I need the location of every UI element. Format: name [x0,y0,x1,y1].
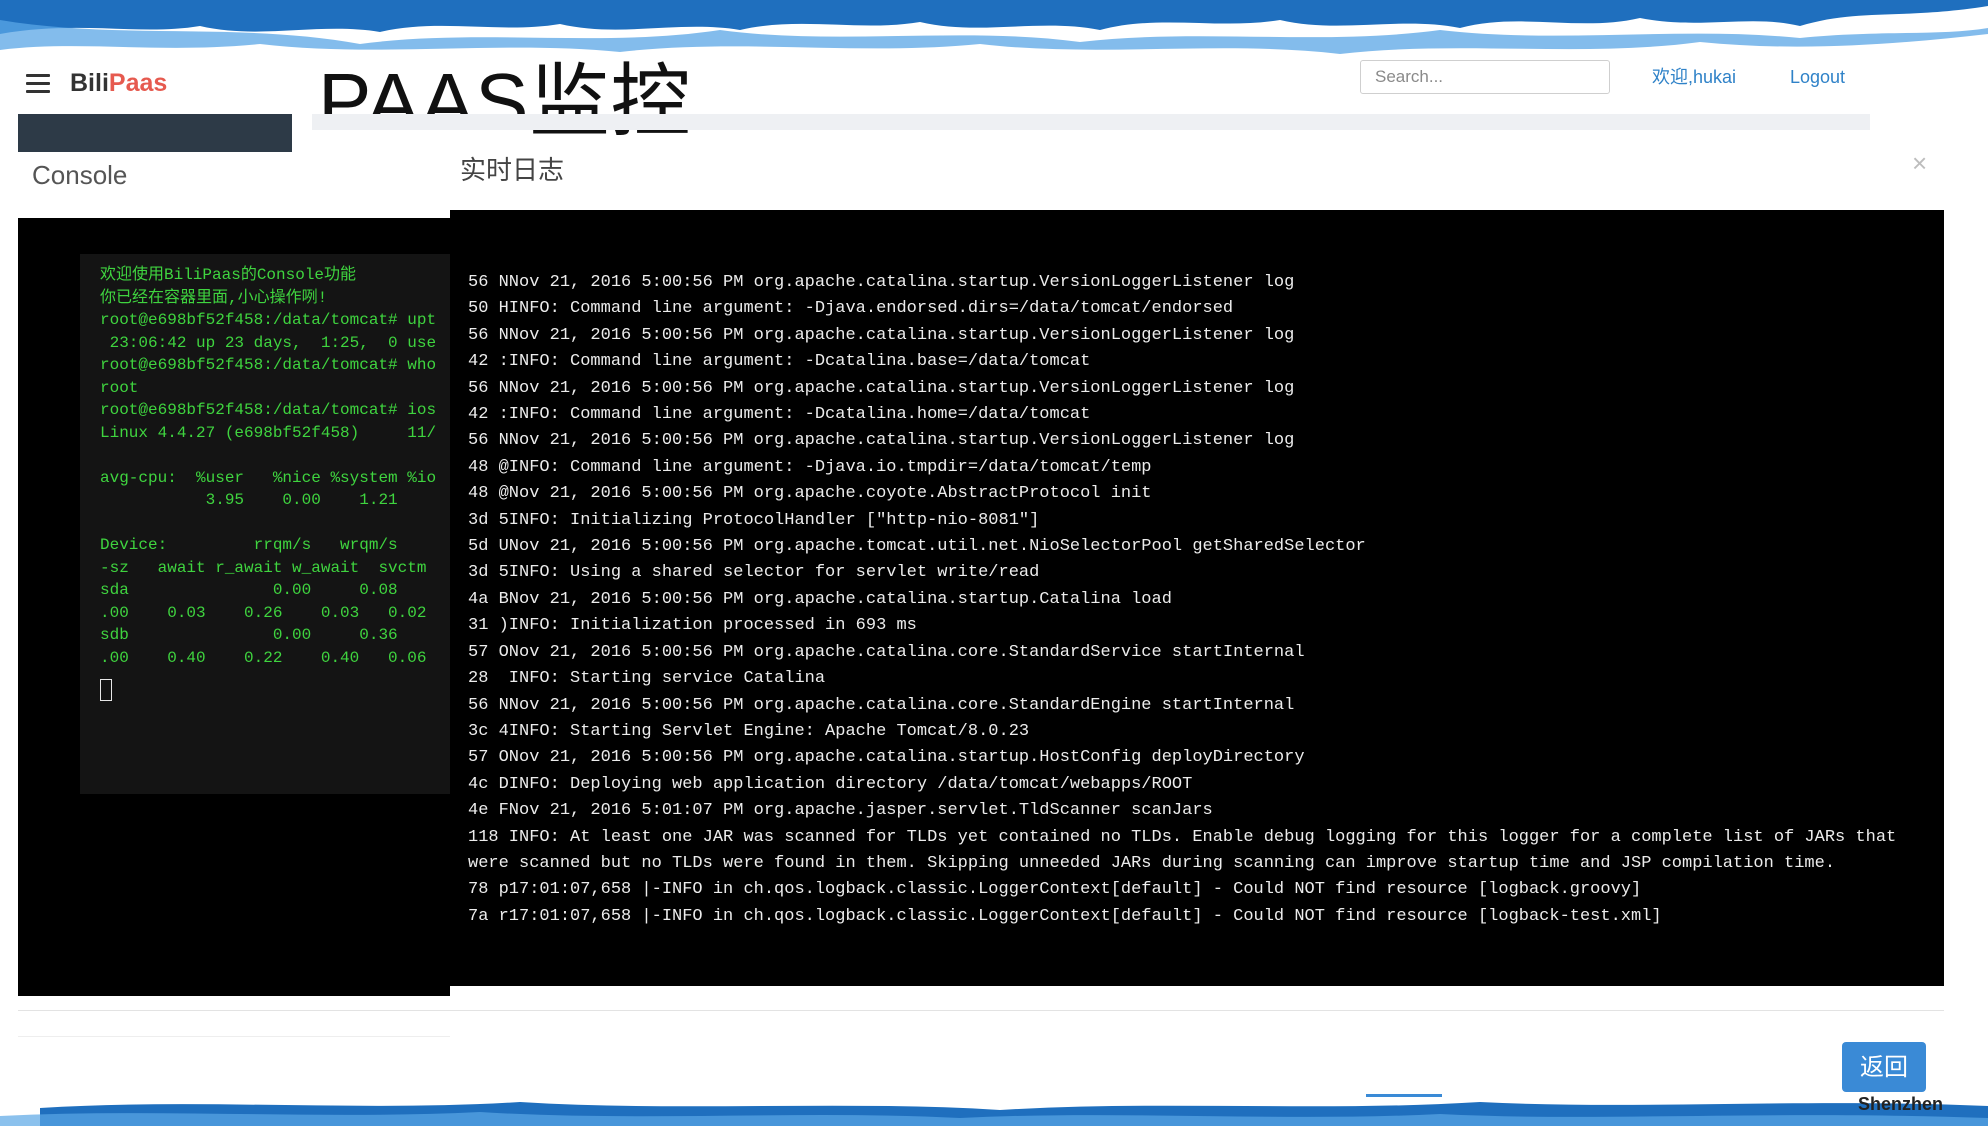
terminal-line: root@e698bf52f458:/data/tomcat# ios [100,401,437,419]
console-panel: 欢迎使用BiliPaas的Console功能 你已经在容器里面,小心操作咧! roo… [18,218,450,996]
terminal-line: Linux 4.4.27 (e698bf52f458) 11/ [100,423,437,442]
log-line: 42 :INFO: Command line argument: -Dcatal… [468,352,1091,372]
divider [18,1010,1944,1011]
terminal-line: avg-cpu: %user %nice %system %io [100,468,437,487]
terminal-line: -sz await r_await w_await svctm [100,558,427,577]
terminal-line: 3.95 0.00 1.21 [100,491,398,509]
log-line: 78 p17:01:07,658 |-INFO in ch.qos.logbac… [468,880,1642,900]
log-line: 50 HINFO: Command line argument: -Djava.… [468,299,1234,319]
welcome-user-link[interactable]: 欢迎,hukai [1652,66,1736,88]
terminal-line: 你已经在容器里面,小心操作咧! [100,288,328,307]
log-line: 57 ONov 21, 2016 5:00:56 PM org.apache.c… [468,642,1305,662]
brand-name-part1: Bili [70,69,109,97]
log-line: 31 )INFO: Initialization processed in 69… [468,616,917,636]
terminal-line: root@e698bf52f458:/data/tomcat# upt [100,311,437,329]
terminal-line: 23:06:42 up 23 days, 1:25, 0 use [100,333,437,352]
close-icon[interactable]: × [1912,148,1927,179]
log-line: 48 @INFO: Command line argument: -Djava.… [468,457,1152,477]
bottom-brush-decoration [0,1102,1988,1126]
terminal-line: .00 0.40 0.22 0.40 0.06 [100,648,427,667]
log-line: 56 NNov 21, 2016 5:00:56 PM org.apache.c… [468,431,1295,451]
terminal-line: root [100,378,139,397]
log-line: 4c DINFO: Deploying web application dire… [468,774,1193,794]
log-line: 56 NNov 21, 2016 5:00:56 PM org.apache.c… [468,695,1295,715]
top-brush-decoration [0,0,1988,54]
brand-name-part2: Paas [108,69,168,97]
hamburger-menu-icon[interactable] [26,74,50,94]
terminal-cursor [100,679,112,701]
console-title: Console [32,160,128,190]
terminal-line: .00 0.03 0.26 0.03 0.02 [100,603,427,622]
realtime-log-title: 实时日志 [460,155,565,185]
log-line: 3d 5INFO: Initializing ProtocolHandler [… [468,510,1040,530]
breadcrumb-bar [312,114,1870,130]
terminal-line: root@e698bf52f458:/data/tomcat# who [100,356,437,374]
sidebar-header-block [18,114,292,152]
log-line: 4a BNov 21, 2016 5:00:56 PM org.apache.c… [468,589,1172,609]
watermark-text: Shenzhen [1858,1094,1944,1114]
search-input[interactable] [1360,60,1610,94]
terminal-line: 欢迎使用BiliPaas的Console功能 [100,266,357,284]
log-line: 56 NNov 21, 2016 5:00:56 PM org.apache.c… [468,378,1295,398]
log-line: 3c 4INFO: Starting Servlet Engine: Apach… [468,721,1030,741]
log-line: 56 NNov 21, 2016 5:00:56 PM org.apache.c… [468,325,1295,345]
terminal-line: Device: rrqm/s wrqm/s [100,536,398,554]
logout-link[interactable]: Logout [1790,66,1845,88]
brand-logo[interactable]: BiliPaas [70,66,167,100]
log-line: 5d UNov 21, 2016 5:00:56 PM org.apache.t… [468,537,1366,557]
slide-title: PAAS监控 [318,57,692,146]
divider [18,1036,450,1037]
terminal[interactable]: 欢迎使用BiliPaas的Console功能 你已经在容器里面,小心操作咧! roo… [80,254,450,794]
log-line: 3d 5INFO: Using a shared selector for se… [468,563,1040,583]
footer-accent-line [1366,1094,1442,1097]
log-line: 7a r17:01:07,658 |-INFO in ch.qos.logbac… [468,906,1662,926]
back-button[interactable]: 返回 [1842,1042,1926,1092]
terminal-line: sdb 0.00 0.36 [100,626,398,644]
log-line: 48 @Nov 21, 2016 5:00:56 PM org.apache.c… [468,484,1152,504]
log-line: 56 NNov 21, 2016 5:00:56 PM org.apache.c… [468,273,1295,292]
log-line: 42 :INFO: Command line argument: -Dcatal… [468,405,1091,425]
log-line: 28 INFO: Starting service Catalina [468,669,826,689]
log-line: 4e FNov 21, 2016 5:01:07 PM org.apache.j… [468,801,1213,821]
realtime-log-panel: 56 NNov 21, 2016 5:00:56 PM org.apache.c… [450,210,1944,986]
terminal-line: sda 0.00 0.08 [100,581,398,599]
log-line: 118 INFO: At least one JAR was scanned f… [468,827,1907,873]
log-line: 57 ONov 21, 2016 5:00:56 PM org.apache.c… [468,748,1305,768]
